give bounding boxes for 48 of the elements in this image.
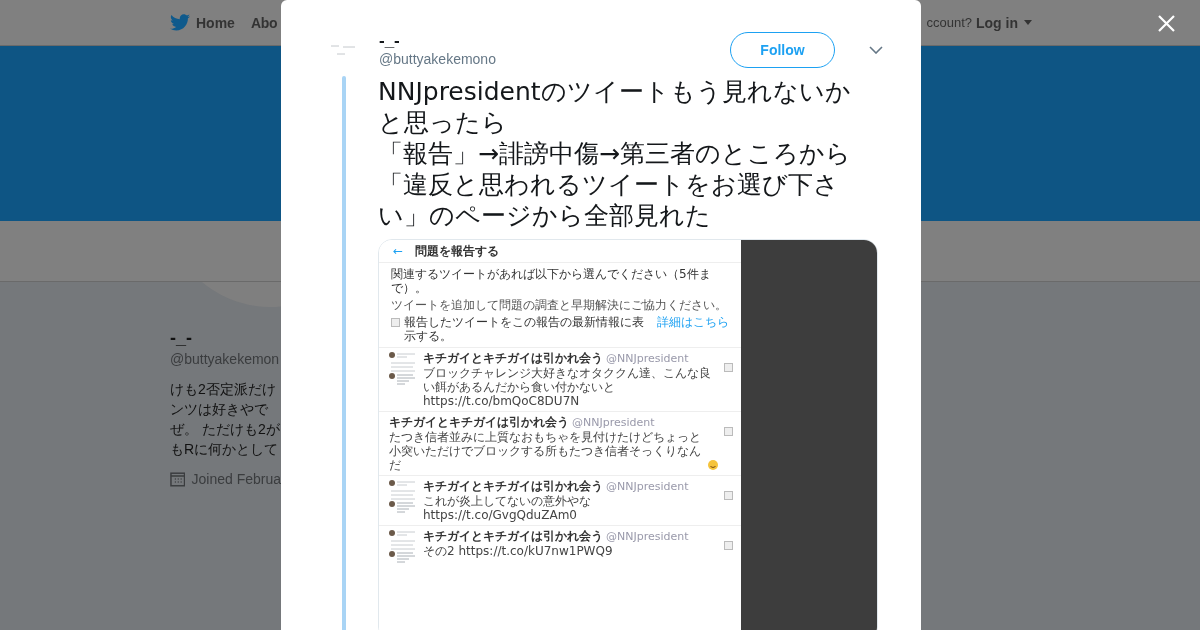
login-link[interactable]: Log in xyxy=(976,14,1032,31)
tweet-row[interactable]: キチガイとキチガイは引かれ会う @NNJpresident ブロックチャレンジ大好きなオタククん達、こんな良い餌があるんだから食い付かないと https://t.co/bmQoC8DU7N xyxy=(379,347,741,411)
tweet-handle: @NNJpresident xyxy=(572,416,655,429)
tweet-text: これが炎上してないの意外やな https://t.co/GvgQduZAm0 xyxy=(423,494,592,522)
tweet-author: キチガイとキチガイは引かれ会う xyxy=(389,415,569,429)
bird-icon xyxy=(170,14,190,31)
checkbox[interactable] xyxy=(391,318,400,327)
report-title: 問題を報告する xyxy=(415,242,500,260)
tweet-text: NNJpresidentのツイートもう見れないかと思ったら xyxy=(378,76,852,138)
profile-handle: @buttyakekemon xyxy=(170,351,281,367)
tweet-handle: @NNJpresident xyxy=(606,530,689,543)
tweet-author: キチガイとキチガイは引かれ会う xyxy=(423,479,603,493)
author-name: -_- xyxy=(379,33,401,49)
details-link[interactable]: 詳細はこちら xyxy=(657,315,729,329)
calendar-icon xyxy=(170,471,186,487)
option-label: 報告したツイートをこの報告の最新情報に表示する。 xyxy=(404,315,645,343)
home-link[interactable]: Home xyxy=(170,14,235,31)
joined-date: Joined Februa xyxy=(191,471,281,487)
checkbox[interactable] xyxy=(724,363,733,372)
account-prompt: ccount? xyxy=(926,15,972,30)
tweet-text: 「報告」→誹謗中傷→第三者のところから xyxy=(378,138,852,169)
bio-text: もRに何かとして xyxy=(170,440,280,459)
author-handle: @buttyakekemono xyxy=(379,51,497,67)
tweet-text: その2 https://t.co/kU7nw1PWQ9 xyxy=(423,544,613,558)
checkbox[interactable] xyxy=(724,427,733,436)
back-arrow[interactable]: ← xyxy=(393,244,404,258)
checkbox[interactable] xyxy=(724,491,733,500)
bio-text: ぜ。 ただけも2が xyxy=(170,420,281,439)
tweet-author: キチガイとキチガイは引かれ会う xyxy=(423,529,603,543)
caret-icon xyxy=(1024,20,1032,25)
tweet-text: たつき信者並みに上質なおもちゃを見付けたけどちょっと小突いただけでブロックする所もたつき信者そっくりなんだ xyxy=(389,430,702,472)
follow-button[interactable]: Follow xyxy=(730,32,835,68)
tweet-author: キチガイとキチガイは引かれ会う xyxy=(423,351,603,365)
chevron-down-icon[interactable] xyxy=(869,46,883,54)
close-icon[interactable] xyxy=(1158,15,1175,32)
report-heading: 関連するツイートがあれば以下から選んでください（5件まで）。 xyxy=(391,267,712,295)
tweet-handle: @NNJpresident xyxy=(606,480,689,493)
tweet-row[interactable]: キチガイとキチガイは引かれ会う @NNJpresident これが炎上してないの意外やな https://t.co/GvgQduZAm0 xyxy=(379,475,741,525)
profile-name: -_- xyxy=(170,328,193,349)
tweet-handle: @NNJpresident xyxy=(606,352,689,365)
about-link[interactable]: Abo xyxy=(250,14,278,31)
tweet-text: ブロックチャレンジ大好きなオタククん達、こんな良い餌があるんだから食い付かないと https://t.co/bmQoC8DU7N xyxy=(423,366,712,408)
tweet-text: 「違反と思われるツイートをお選び下さい」のページから全部見れた xyxy=(378,169,840,231)
bio-text: ンツは好きやで xyxy=(170,400,269,419)
report-note: ツイートを追加して問題の調査と早期解決にご協力ください。 xyxy=(391,298,728,312)
tweet-row[interactable]: キチガイとキチガイは引かれ会う @NNJpresident その2 https://t.co/kU7nw1PWQ9 xyxy=(379,525,741,566)
bio-text: けも2否定派だけ xyxy=(170,380,277,399)
checkbox[interactable] xyxy=(724,541,733,550)
